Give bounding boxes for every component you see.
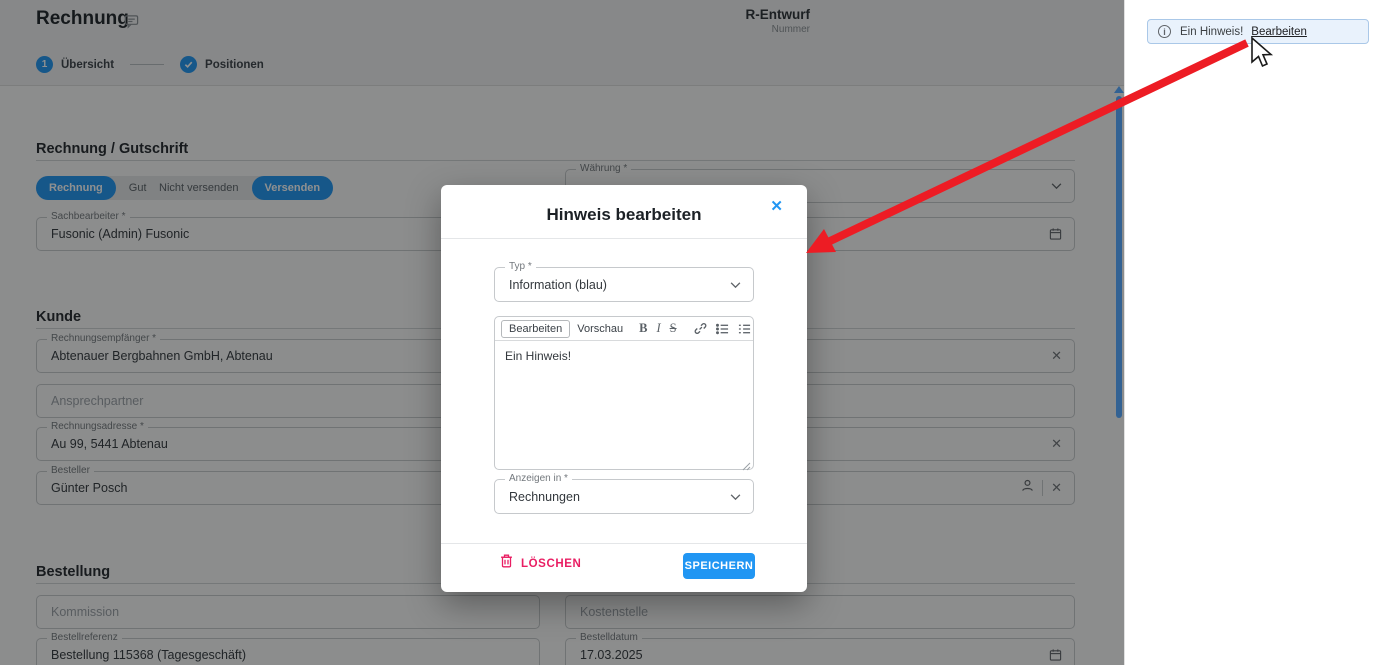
vertical-scrollbar-thumb[interactable] — [1116, 96, 1122, 418]
chevron-down-icon[interactable] — [730, 493, 741, 500]
hint-banner: i Ein Hinweis! Bearbeiten — [1147, 19, 1369, 44]
info-icon: i — [1158, 25, 1171, 38]
dialog-title: Hinweis bearbeiten — [546, 205, 702, 224]
tab-bearbeiten[interactable]: Bearbeiten — [501, 319, 571, 338]
strikethrough-icon[interactable]: S — [670, 321, 677, 336]
chevron-down-icon[interactable] — [730, 281, 741, 288]
bold-icon[interactable]: B — [639, 321, 647, 336]
typ-label: Typ * — [505, 261, 536, 272]
italic-icon[interactable]: I — [656, 321, 660, 336]
save-button[interactable]: SPEICHERN — [683, 553, 755, 579]
anzeigen-label: Anzeigen in * — [505, 473, 572, 484]
typ-select[interactable]: Typ * Information (blau) — [494, 261, 754, 302]
numbered-list-icon[interactable] — [738, 323, 751, 335]
hint-edit-link[interactable]: Bearbeiten — [1251, 26, 1307, 38]
editor-toolbar: Bearbeiten Vorschau B I S — [495, 317, 753, 341]
delete-button-label: LÖSCHEN — [521, 557, 582, 570]
hint-banner-text: Ein Hinweis! — [1180, 25, 1244, 38]
trash-icon — [500, 554, 513, 573]
resize-handle[interactable] — [742, 458, 751, 471]
dialog-divider — [441, 238, 807, 239]
bullet-list-icon[interactable] — [715, 323, 729, 335]
anzeigen-value: Rechnungen — [509, 489, 580, 504]
scroll-up-arrow-icon[interactable] — [1114, 86, 1124, 93]
hint-textarea[interactable]: Ein Hinweis! — [495, 341, 753, 470]
anzeigen-select[interactable]: Anzeigen in * Rechnungen — [494, 473, 754, 514]
link-icon[interactable] — [694, 322, 707, 335]
close-icon[interactable]: ✕ — [770, 197, 783, 215]
dialog-footer-divider — [441, 543, 807, 544]
tab-vorschau[interactable]: Vorschau — [570, 321, 630, 337]
invoice-editor-screen: Rechnung R-Entwurf Nummer 1 Übersicht Po… — [0, 0, 1400, 665]
markdown-editor: Bearbeiten Vorschau B I S Ein Hinweis! — [494, 316, 754, 471]
typ-value: Information (blau) — [509, 277, 607, 292]
delete-button[interactable]: LÖSCHEN — [500, 554, 581, 573]
preview-side-panel: i Ein Hinweis! Bearbeiten — [1124, 0, 1400, 665]
edit-hint-dialog: Hinweis bearbeiten ✕ Typ * Information (… — [441, 185, 807, 592]
